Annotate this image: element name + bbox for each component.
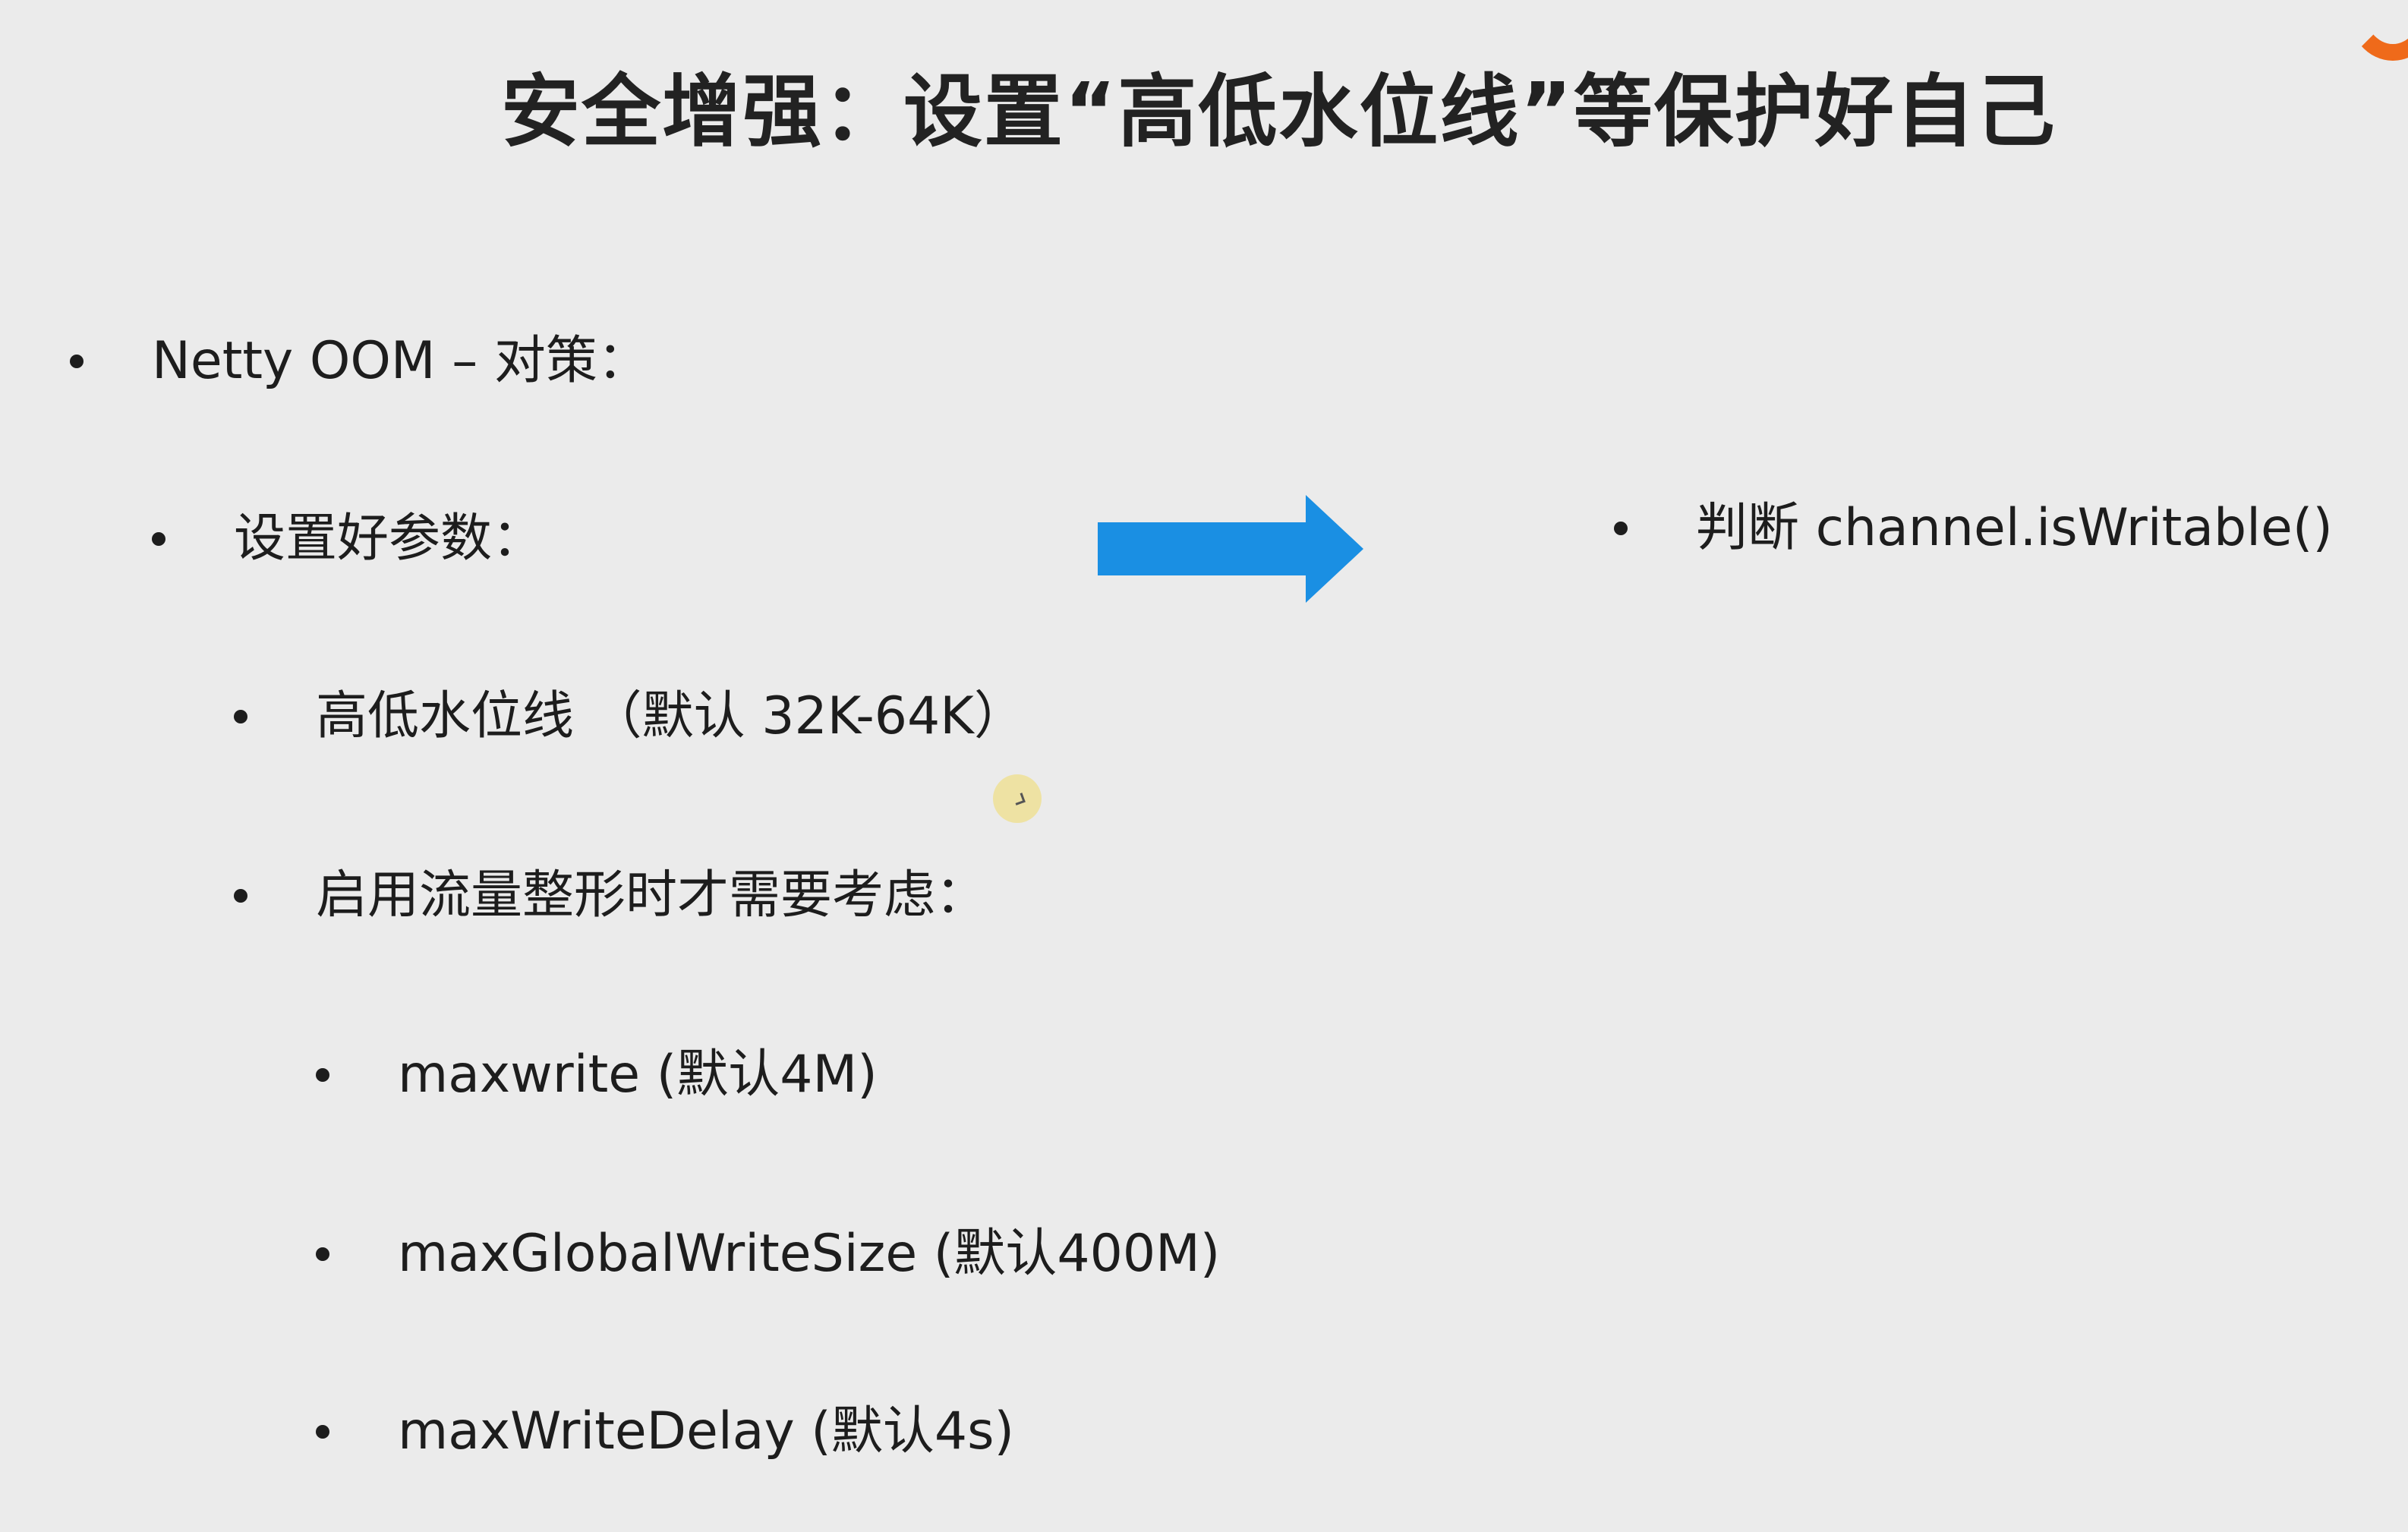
bullet-dot — [152, 532, 165, 546]
right-arrow-icon — [1098, 495, 1363, 603]
bullet-text: 高低水位线 （默认 32K-64K） — [316, 686, 1026, 746]
bullet-dot — [316, 1068, 329, 1082]
bullet-dot — [70, 355, 84, 368]
bullet-dot — [316, 1247, 329, 1261]
bullet-text: maxWriteDelay (默认4s) — [398, 1401, 1015, 1461]
bullet-dot — [234, 889, 247, 903]
cursor-pointer-mark — [1013, 793, 1026, 805]
bullet-dot — [1614, 522, 1628, 535]
bullet-text: 启用流量整形时才需要考虑： — [316, 865, 988, 925]
bullet-text: 设置好参数： — [234, 509, 544, 569]
bullet-text: maxGlobalWriteSize (默认400M) — [398, 1224, 1221, 1284]
bullet-dot — [316, 1425, 329, 1439]
slide: 安全增强：设置“高低水位线”等保护好自己 Netty OOM – 对策： 设置好… — [0, 0, 2408, 1532]
bullet-text: 判断 channel.isWritable() — [1696, 498, 2333, 558]
brand-logo-icon — [2347, 0, 2408, 61]
bullet-text: Netty OOM – 对策： — [152, 331, 649, 391]
slide-title: 安全增强：设置“高低水位线”等保护好自己 — [501, 65, 2057, 158]
mouse-cursor-icon — [993, 774, 1042, 823]
bullet-text: maxwrite (默认4M) — [398, 1045, 878, 1105]
bullet-dot — [234, 710, 247, 723]
